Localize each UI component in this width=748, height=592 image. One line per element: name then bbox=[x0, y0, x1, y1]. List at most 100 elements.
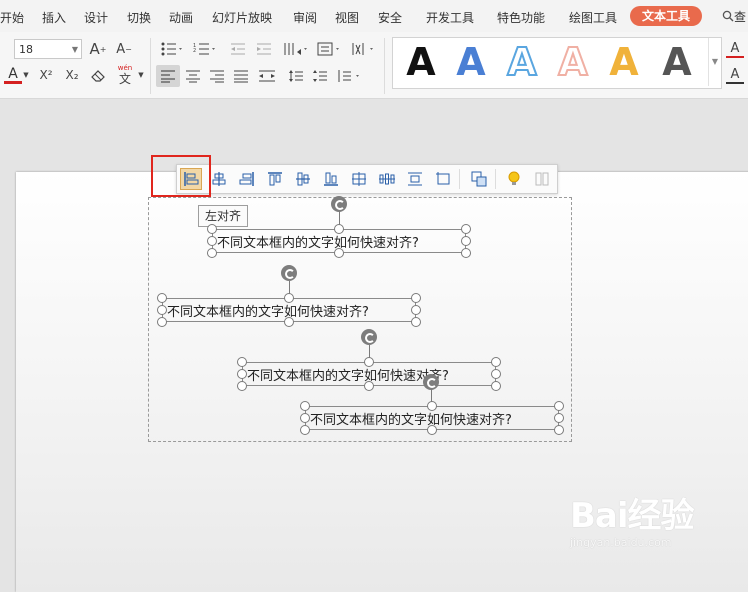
style-preset-6[interactable]: A bbox=[655, 42, 699, 82]
rotate-handle-icon[interactable] bbox=[281, 265, 297, 281]
menu-review[interactable]: 审阅 bbox=[293, 9, 317, 26]
resize-handle[interactable] bbox=[157, 305, 167, 315]
font-color-icon: A bbox=[8, 65, 18, 82]
menu-home[interactable]: 开始 bbox=[0, 9, 24, 26]
align-to-slide-button[interactable] bbox=[432, 168, 454, 190]
resize-handle[interactable] bbox=[364, 381, 374, 391]
more-options-button[interactable] bbox=[531, 168, 553, 190]
distribute-columns-button[interactable] bbox=[376, 168, 398, 190]
group-button[interactable] bbox=[468, 168, 490, 190]
align-center-button[interactable] bbox=[182, 66, 204, 86]
font-color-button[interactable]: A bbox=[4, 66, 22, 84]
font-size-select[interactable]: 18 ▼ bbox=[14, 39, 82, 59]
menu-design[interactable]: 设计 bbox=[84, 9, 108, 26]
para-spacing-button[interactable] bbox=[310, 66, 330, 86]
line-spacing-button[interactable] bbox=[286, 66, 306, 86]
resize-handle[interactable] bbox=[237, 369, 247, 379]
increase-indent-button[interactable] bbox=[254, 40, 274, 58]
distribute-vertical-button[interactable] bbox=[404, 168, 426, 190]
rotate-handle-icon[interactable] bbox=[361, 329, 377, 345]
menu-security[interactable]: 安全 bbox=[378, 9, 402, 26]
align-right-objects-button[interactable] bbox=[236, 168, 258, 190]
resize-handle[interactable] bbox=[461, 248, 471, 258]
distribute-horizontal-button[interactable] bbox=[348, 168, 370, 190]
chevron-down-icon: ▼ bbox=[711, 57, 719, 66]
text-style-gallery: A A A A A A ▼ bbox=[392, 37, 722, 89]
resize-handle[interactable] bbox=[157, 317, 167, 327]
resize-handle[interactable] bbox=[237, 357, 247, 367]
menu-developer[interactable]: 开发工具 bbox=[426, 9, 474, 26]
subscript-button[interactable]: X₂ bbox=[62, 66, 82, 84]
resize-handle[interactable] bbox=[157, 293, 167, 303]
distribute-button[interactable] bbox=[256, 66, 278, 86]
decrease-indent-button[interactable] bbox=[228, 40, 248, 58]
justify-button[interactable] bbox=[230, 66, 252, 86]
menu-animation[interactable]: 动画 bbox=[169, 9, 193, 26]
resize-handle[interactable] bbox=[207, 236, 217, 246]
search-button[interactable]: 查 bbox=[722, 8, 746, 25]
gallery-scroll-button[interactable]: ▼ bbox=[708, 38, 721, 86]
resize-handle[interactable] bbox=[207, 248, 217, 258]
align-middle-button[interactable] bbox=[292, 168, 314, 190]
menu-slideshow[interactable]: 幻灯片放映 bbox=[212, 9, 272, 26]
resize-handle[interactable] bbox=[411, 317, 421, 327]
resize-handle[interactable] bbox=[461, 236, 471, 246]
menu-text-tools[interactable]: 文本工具 bbox=[630, 6, 703, 26]
rotate-handle-icon[interactable] bbox=[331, 196, 347, 212]
resize-handle[interactable] bbox=[237, 381, 247, 391]
resize-handle[interactable] bbox=[461, 224, 471, 234]
resize-handle[interactable] bbox=[334, 248, 344, 258]
style-preset-1[interactable]: A bbox=[399, 42, 443, 82]
resize-handle[interactable] bbox=[491, 357, 501, 367]
resize-handle[interactable] bbox=[554, 413, 564, 423]
resize-handle[interactable] bbox=[411, 305, 421, 315]
text-align-box-button[interactable] bbox=[316, 40, 344, 58]
resize-handle[interactable] bbox=[284, 317, 294, 327]
align-top-button[interactable] bbox=[264, 168, 286, 190]
align-left-button[interactable] bbox=[156, 65, 180, 87]
style-preset-4[interactable]: A bbox=[551, 41, 595, 83]
eraser-button[interactable] bbox=[88, 66, 108, 84]
spacing-options-button[interactable] bbox=[336, 66, 364, 86]
numbered-list-button[interactable]: 12 bbox=[192, 40, 218, 58]
resize-handle[interactable] bbox=[364, 357, 374, 367]
style-preset-5[interactable]: A bbox=[602, 42, 646, 82]
text-direction-button[interactable] bbox=[282, 40, 310, 58]
style-preset-2[interactable]: A bbox=[449, 42, 493, 82]
menu-special[interactable]: 特色功能 bbox=[497, 9, 545, 26]
resize-handle[interactable] bbox=[411, 293, 421, 303]
menu-transitions[interactable]: 切换 bbox=[127, 9, 151, 26]
resize-handle[interactable] bbox=[427, 401, 437, 411]
resize-handle[interactable] bbox=[427, 425, 437, 435]
bullet-list-button[interactable] bbox=[160, 40, 184, 58]
resize-handle[interactable] bbox=[554, 401, 564, 411]
resize-handle[interactable] bbox=[491, 381, 501, 391]
style-preset-3[interactable]: A bbox=[500, 41, 544, 83]
phonetic-guide-button[interactable]: wén 文 bbox=[114, 64, 136, 86]
menu-drawing-tools[interactable]: 绘图工具 bbox=[569, 9, 617, 26]
menu-view[interactable]: 视图 bbox=[335, 9, 359, 26]
align-right-button[interactable] bbox=[206, 66, 228, 86]
rotate-handle-icon[interactable] bbox=[423, 374, 439, 390]
text-fill-button[interactable]: A bbox=[726, 40, 744, 58]
align-center-h-button[interactable] bbox=[208, 168, 230, 190]
menu-insert[interactable]: 插入 bbox=[42, 9, 66, 26]
align-bottom-button[interactable] bbox=[320, 168, 342, 190]
resize-handle[interactable] bbox=[300, 425, 310, 435]
resize-handle[interactable] bbox=[554, 425, 564, 435]
resize-handle[interactable] bbox=[207, 224, 217, 234]
resize-handle[interactable] bbox=[334, 224, 344, 234]
resize-handle[interactable] bbox=[284, 293, 294, 303]
resize-handle[interactable] bbox=[491, 369, 501, 379]
font-color-dropdown[interactable]: ▼ bbox=[22, 68, 30, 82]
grow-font-button[interactable]: A + bbox=[88, 40, 108, 58]
shrink-font-button[interactable]: A − bbox=[114, 40, 134, 58]
smart-tip-button[interactable] bbox=[503, 168, 525, 190]
resize-handle[interactable] bbox=[300, 413, 310, 423]
column-button[interactable] bbox=[350, 40, 378, 58]
superscript-button[interactable]: X² bbox=[36, 66, 56, 84]
ribbon-separator bbox=[384, 38, 385, 94]
resize-handle[interactable] bbox=[300, 401, 310, 411]
text-outline-button[interactable]: A bbox=[726, 66, 744, 84]
phonetic-dropdown[interactable]: ▼ bbox=[137, 68, 145, 82]
